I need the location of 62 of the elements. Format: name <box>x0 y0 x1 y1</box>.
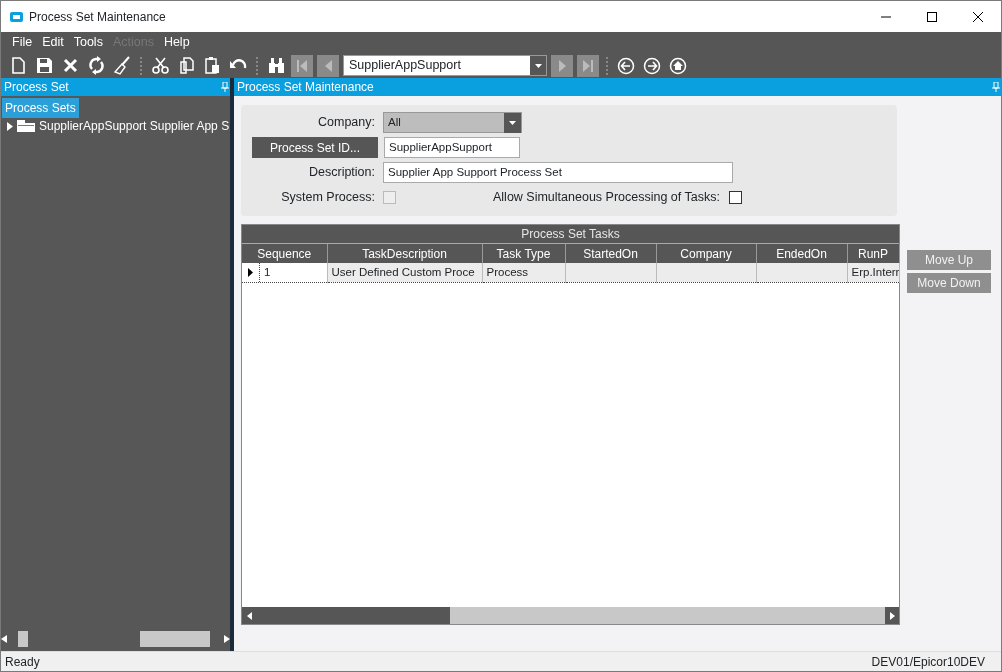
pin-icon[interactable] <box>991 82 1001 92</box>
expand-icon[interactable] <box>7 121 13 131</box>
field-label: System Process: <box>280 189 376 207</box>
menu-item[interactable]: Edit <box>37 33 69 52</box>
column-header[interactable]: EndedOn <box>756 244 847 263</box>
paste-icon[interactable] <box>202 56 222 75</box>
input-field[interactable]: SupplierAppSupport <box>384 137 520 158</box>
scissors-icon[interactable] <box>150 56 170 75</box>
table-cell-text: 1 <box>263 264 271 280</box>
caret-icon <box>509 120 516 125</box>
scroll-left-icon <box>246 611 252 620</box>
menu-item[interactable]: Help <box>158 33 195 52</box>
scroll-right-icon <box>889 611 895 620</box>
previous-record-icon <box>324 59 332 72</box>
binoculars-icon[interactable] <box>266 56 286 75</box>
column-header[interactable]: StartedOn <box>565 244 656 263</box>
app-icon <box>10 11 23 22</box>
horizontal-scrollbar[interactable] <box>242 607 899 624</box>
status-text: DEV01/Epicor10DEV <box>871 653 985 671</box>
window-title: Process Set Maintenance <box>29 8 166 26</box>
caret-icon <box>534 63 542 68</box>
menu-item[interactable]: Tools <box>68 33 108 52</box>
tree-node-label: SupplierAppSupport Supplier App S <box>39 118 230 134</box>
scroll-left-icon[interactable] <box>1 635 7 643</box>
table-cell: User Defined Custom Proce <box>327 263 482 283</box>
grid-title: Process Set Tasks <box>242 225 899 244</box>
column-header[interactable]: Company <box>656 244 756 263</box>
panel-title: Process Set <box>4 79 69 96</box>
field-label: Allow Simultaneous Processing of Tasks: <box>493 189 720 207</box>
pin-icon[interactable] <box>220 82 230 92</box>
last-record-button[interactable] <box>577 54 599 77</box>
last-record-icon <box>583 59 593 72</box>
home-icon[interactable] <box>669 56 687 75</box>
next-record-icon <box>558 59 566 72</box>
broom-icon[interactable] <box>112 56 132 75</box>
maximize-icon[interactable] <box>927 11 937 22</box>
column-header[interactable]: RunP <box>847 244 899 263</box>
column-header[interactable]: Task Type <box>482 244 565 263</box>
field-label: Company: <box>317 114 376 132</box>
menu-item[interactable]: File <box>7 33 38 52</box>
record-selector[interactable]: SupplierAppSupport <box>343 55 547 76</box>
refresh-icon[interactable] <box>86 56 106 75</box>
previous-record-button[interactable] <box>317 54 339 77</box>
panel-title: Process Set Maintenance <box>237 79 374 96</box>
folder-icon <box>17 120 35 132</box>
column-header[interactable]: TaskDescription <box>327 244 482 263</box>
first-record-button[interactable] <box>291 54 313 77</box>
field-label: Description: <box>308 164 376 182</box>
forward-icon[interactable] <box>643 56 661 75</box>
close-icon[interactable] <box>973 11 983 22</box>
company-dropdown[interactable]: All <box>383 112 522 133</box>
tree-node[interactable]: SupplierAppSupport Supplier App S <box>1 118 230 134</box>
first-record-icon <box>297 59 307 72</box>
status-text: Ready <box>5 653 40 671</box>
process-set-id-button[interactable]: Process Set ID... <box>252 137 378 158</box>
back-icon[interactable] <box>617 56 635 75</box>
input-field[interactable]: Supplier App Support Process Set <box>383 162 733 183</box>
column-header[interactable]: Sequence <box>242 244 327 263</box>
next-record-button[interactable] <box>551 54 573 77</box>
save-icon[interactable] <box>34 56 54 75</box>
table-cell: Process <box>482 263 565 283</box>
checkbox[interactable] <box>728 191 742 204</box>
